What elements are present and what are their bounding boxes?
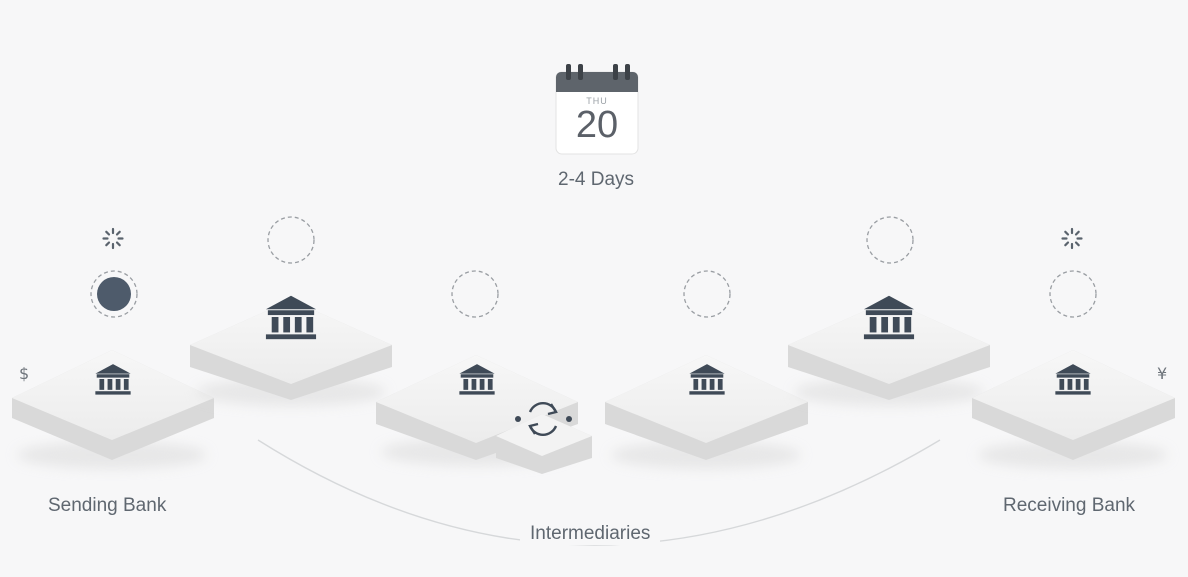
sending-bank-platform [12, 350, 214, 469]
status-circle-intermediary-3 [683, 270, 731, 318]
sending-bank-label: Sending Bank [48, 495, 167, 516]
calendar-date: 20 [575, 104, 619, 146]
duration-label: 2-4 Days [558, 169, 635, 190]
payment-flow-diagram [12, 64, 1175, 546]
intermediary-bank-platform-4 [788, 295, 990, 406]
receiving-bank-label: Receiving Bank [1003, 495, 1136, 516]
loading-spinner-icon [1061, 227, 1083, 250]
filled-status-dot [97, 277, 131, 311]
intermediary-bank-platform-1 [190, 295, 392, 406]
status-circle-intermediary-4 [866, 216, 914, 264]
status-circle-receiving [1049, 270, 1097, 318]
loading-spinner-icon [102, 227, 124, 250]
intermediary-bank-platform-3 [605, 355, 808, 469]
dollar-symbol: $ [19, 364, 30, 383]
receiving-bank-platform [972, 350, 1175, 469]
intermediaries-label: Intermediaries [520, 523, 661, 545]
yen-symbol: ¥ [1157, 364, 1168, 383]
status-circle-intermediary-2 [451, 270, 499, 318]
status-circle-intermediary-1 [267, 216, 315, 264]
